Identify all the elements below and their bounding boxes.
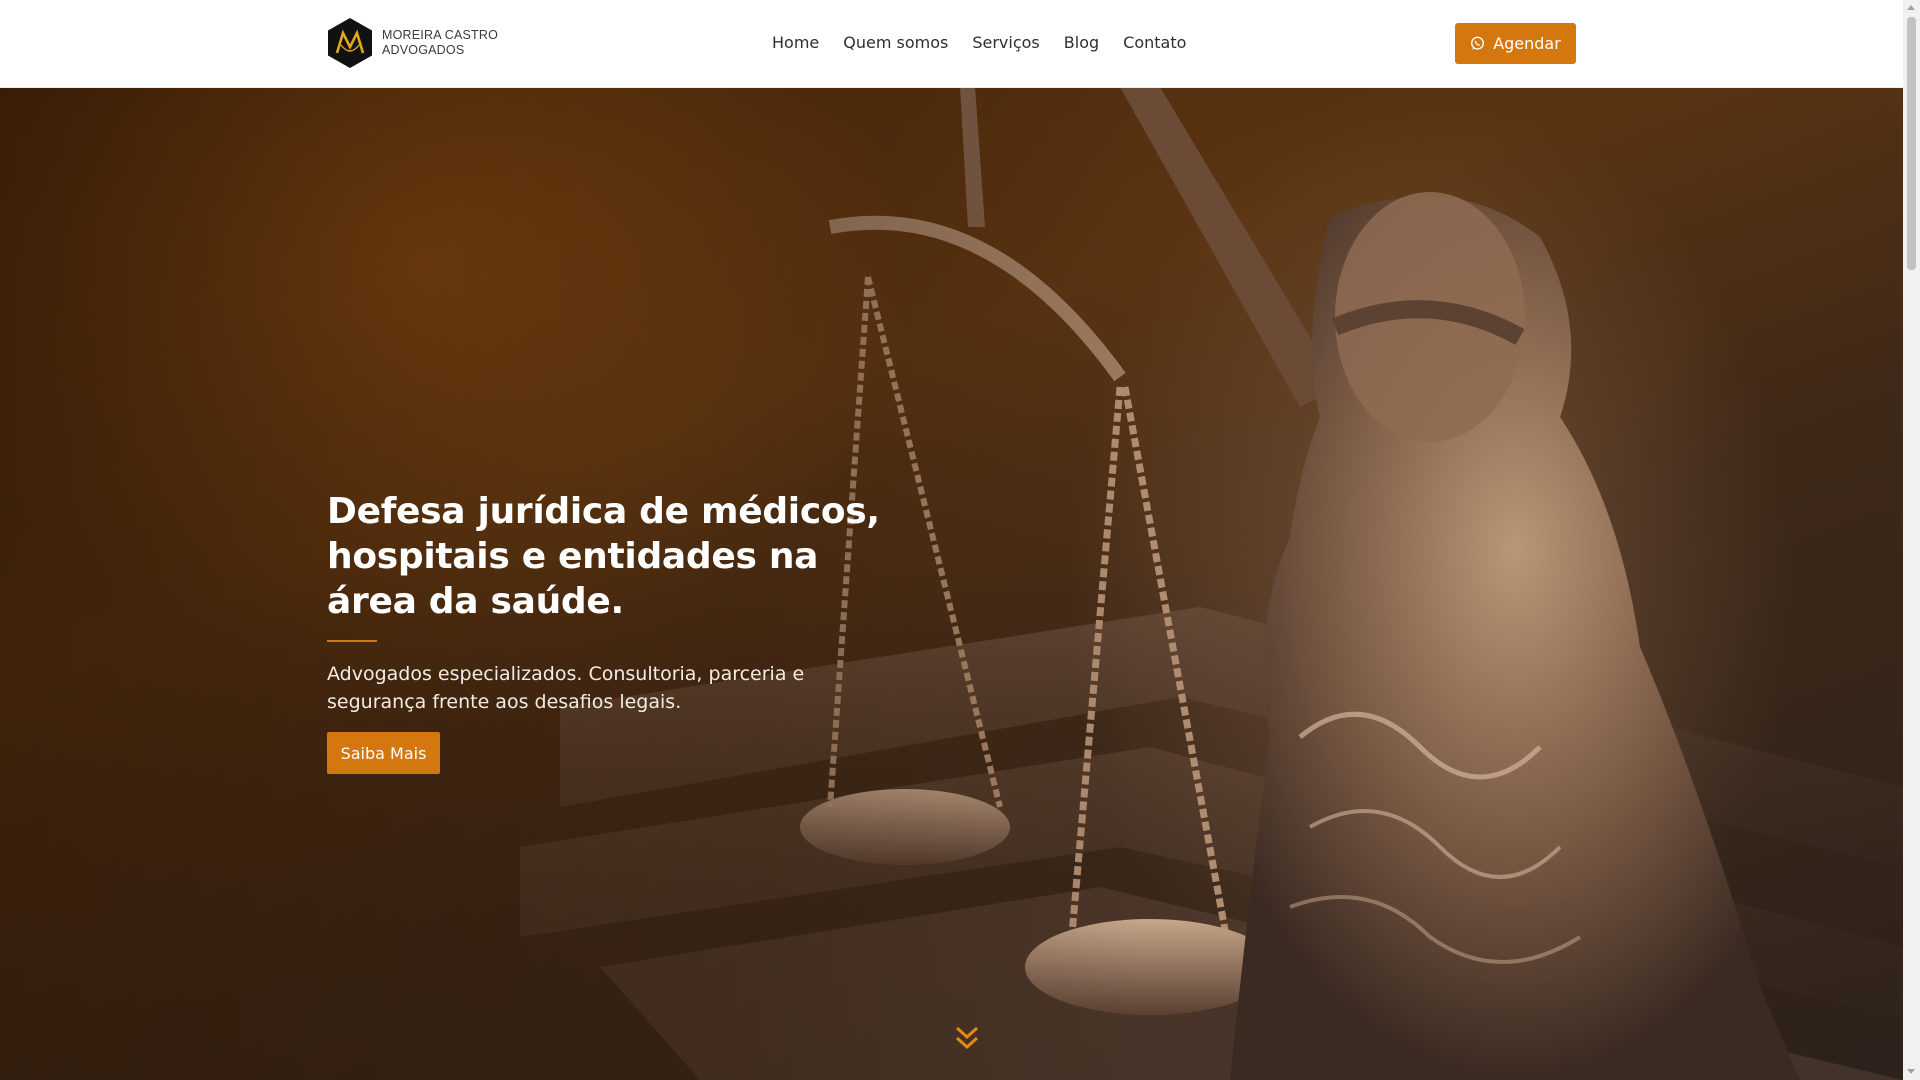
saiba-mais-button[interactable]: Saiba Mais [327, 732, 440, 774]
main-nav: Home Quem somos Serviços Blog Contato [772, 31, 1210, 55]
page-scrollbar[interactable] [1903, 0, 1920, 1080]
double-chevron-down-icon[interactable] [954, 1024, 980, 1056]
hero-content: Defesa jurídica de médicos, hospitais e … [327, 489, 887, 774]
hero-divider [327, 640, 377, 642]
logo-hexagon-icon [328, 18, 372, 68]
hero-title: Defesa jurídica de médicos, hospitais e … [327, 491, 880, 622]
nav-home[interactable]: Home [772, 31, 819, 55]
site-header: MOREIRA CASTRO ADVOGADOS Home Quem somos… [0, 0, 1903, 88]
agendar-label: Agendar [1493, 34, 1561, 53]
nav-blog[interactable]: Blog [1064, 31, 1099, 55]
scroll-up-arrow-icon[interactable] [1907, 5, 1915, 10]
whatsapp-icon [1471, 36, 1485, 50]
hero-section: Defesa jurídica de médicos, hospitais e … [0, 87, 1903, 1080]
hero-overlay [0, 87, 1903, 1080]
nav-contato[interactable]: Contato [1123, 31, 1186, 55]
logo-line-1: MOREIRA CASTRO [382, 28, 499, 42]
agendar-button[interactable]: Agendar [1455, 23, 1576, 64]
nav-quem-somos[interactable]: Quem somos [843, 31, 948, 55]
scrollbar-thumb[interactable] [1907, 17, 1916, 270]
logo-wordmark: MOREIRA CASTRO ADVOGADOS [382, 28, 498, 58]
hero-subtitle: Advogados especializados. Consultoria, p… [327, 663, 805, 713]
nav-servicos[interactable]: Serviços [972, 31, 1039, 55]
scroll-down-arrow-icon[interactable] [1907, 1069, 1915, 1074]
logo[interactable]: MOREIRA CASTRO ADVOGADOS [327, 17, 498, 69]
logo-line-2: ADVOGADOS [382, 43, 465, 57]
